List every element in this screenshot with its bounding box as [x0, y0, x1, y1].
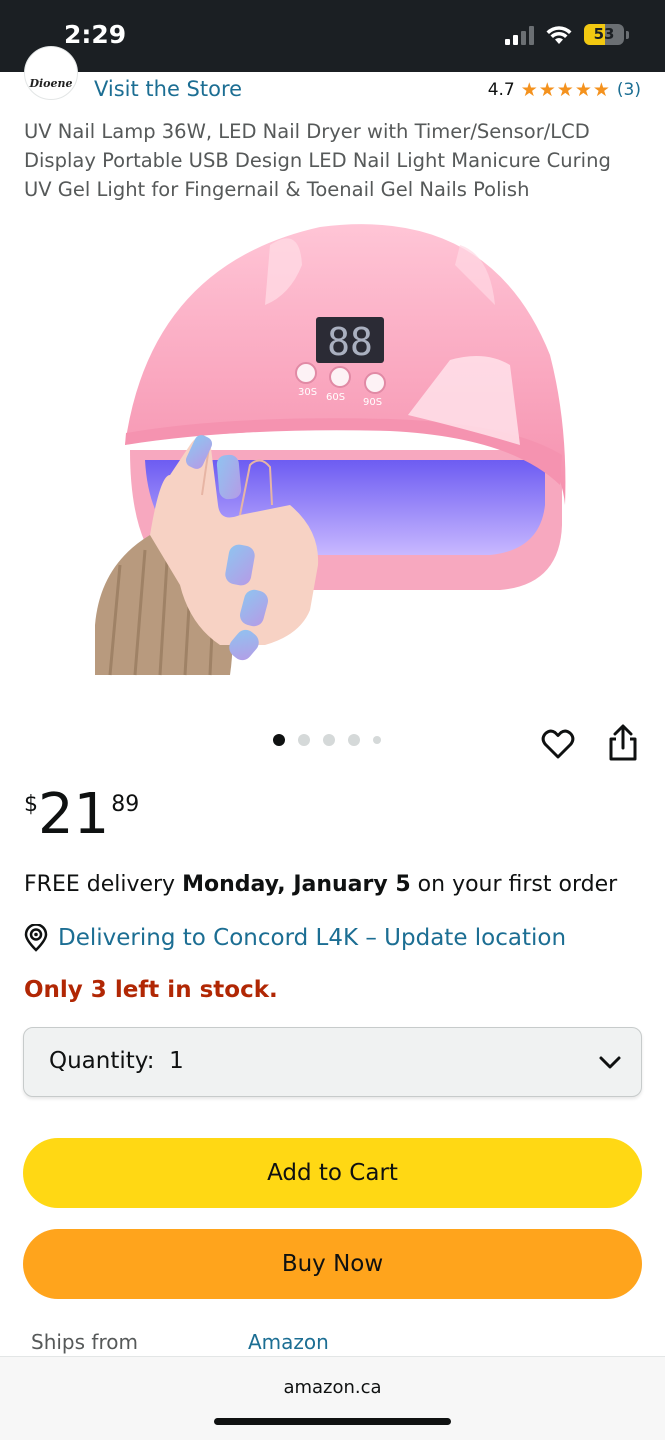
delivery-location[interactable]: Delivering to Concord L4K – Update locat… [24, 924, 566, 952]
price-symbol: $ [24, 792, 38, 817]
share-icon[interactable] [606, 724, 640, 762]
chevron-down-icon [599, 1056, 621, 1069]
price: $ 21 89 [24, 780, 139, 850]
timer-label-90s: 90S [363, 397, 382, 408]
stock-status: Only 3 left in stock. [24, 977, 278, 1003]
status-bar: 2:29 53 [0, 0, 665, 72]
ships-from-value[interactable]: Amazon [248, 1330, 329, 1354]
carousel-dot[interactable] [323, 734, 335, 746]
lamp-display-digits: 88 [327, 320, 373, 364]
heart-icon[interactable] [540, 726, 576, 762]
timer-label-30s: 30S [298, 387, 317, 398]
url-domain[interactable]: amazon.ca [0, 1377, 665, 1398]
store-logo[interactable]: Dioene [24, 46, 78, 100]
browser-bottom-bar: amazon.ca [0, 1356, 665, 1440]
delivery-suffix: on your first order [417, 872, 618, 897]
store-logo-text: Dioene [29, 77, 73, 90]
carousel-dots[interactable] [273, 734, 381, 746]
product-image[interactable]: 88 30S 60S 90S [90, 205, 590, 680]
timer-label-60s: 60S [326, 392, 345, 403]
delivery-info: FREE delivery Monday, January 5 on your … [24, 872, 617, 897]
status-icons: 53 [505, 24, 629, 45]
product-title: UV Nail Lamp 36W, LED Nail Dryer with Ti… [24, 120, 611, 201]
cellular-signal-icon [505, 25, 534, 45]
visit-store-link[interactable]: Visit the Store [94, 77, 242, 101]
quantity-select[interactable]: Quantity: 1 [23, 1027, 642, 1097]
quantity-label: Quantity: 1 [49, 1048, 184, 1074]
carousel-dot[interactable] [373, 736, 381, 744]
delivery-prefix: FREE delivery [24, 872, 176, 897]
ships-from-label: Ships from [31, 1330, 138, 1354]
buy-now-button[interactable]: Buy Now [23, 1229, 642, 1299]
star-rating-icon: ★★★★★ [520, 79, 611, 101]
carousel-dot[interactable] [348, 734, 360, 746]
rating[interactable]: 4.7 ★★★★★ (3) [488, 79, 641, 101]
update-location-link[interactable]: Delivering to Concord L4K – Update locat… [58, 925, 566, 951]
rating-count[interactable]: (3) [617, 80, 641, 100]
battery-icon: 53 [584, 24, 624, 45]
carousel-dot[interactable] [273, 734, 285, 746]
carousel-dot[interactable] [298, 734, 310, 746]
location-pin-icon [24, 924, 48, 952]
battery-level: 53 [593, 25, 615, 43]
store-row: Dioene Visit the Store 4.7 ★★★★★ (3) [0, 46, 665, 108]
price-whole: 21 [38, 782, 110, 847]
add-to-cart-button[interactable]: Add to Cart [23, 1138, 642, 1208]
status-time: 2:29 [64, 20, 127, 49]
delivery-date: Monday, January 5 [182, 872, 411, 897]
home-indicator[interactable] [214, 1418, 451, 1425]
rating-value: 4.7 [487, 80, 515, 100]
price-fraction: 89 [111, 792, 140, 817]
wifi-icon [546, 25, 572, 44]
